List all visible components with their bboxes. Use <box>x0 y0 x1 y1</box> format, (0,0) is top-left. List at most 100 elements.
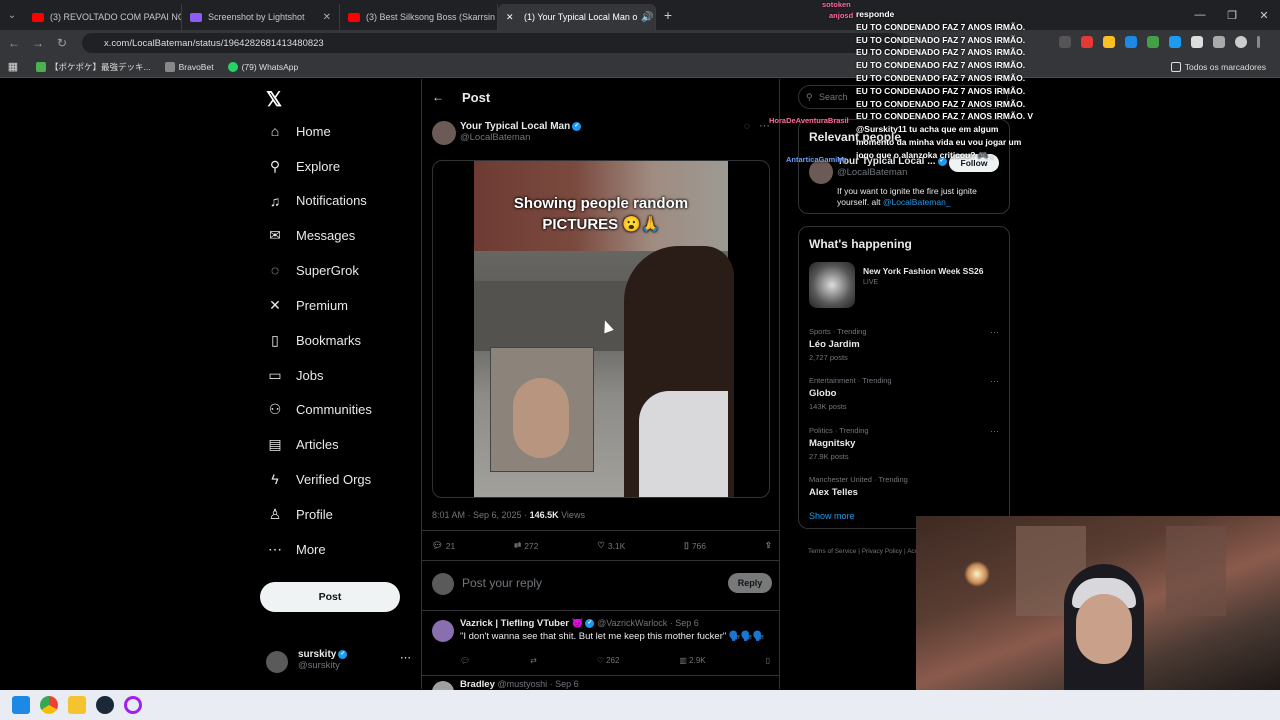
bookmark-item[interactable]: BravoBet <box>164 61 214 72</box>
trend-item[interactable]: Manchester United · Trending Alex Telles <box>809 475 999 501</box>
bookmark-item[interactable]: (79) WhatsApp <box>227 61 299 72</box>
author-name[interactable]: Your Typical Local Man ✓ <box>460 121 582 132</box>
browser-tab[interactable]: (3) REVOLTADO COM PAPAI NO✕ <box>24 4 182 30</box>
author-handle[interactable]: @LocalBateman <box>460 132 581 143</box>
reply-input[interactable]: Post your reply <box>462 576 542 590</box>
extension-icon[interactable] <box>1103 36 1115 48</box>
event-item[interactable]: New York Fashion Week SS26 LIVE <box>809 262 999 310</box>
back-arrow-icon[interactable]: ← <box>432 90 444 104</box>
grok-icon[interactable]: ◌ <box>744 121 750 132</box>
more-icon[interactable]: ⋯ <box>990 327 999 338</box>
nav-item-profile[interactable]: ♙ Profile <box>266 506 333 523</box>
trend-item[interactable]: Politics · Trending Magnitsky 27.9K posts ⋯ <box>809 426 999 461</box>
steam-icon[interactable] <box>96 696 114 714</box>
close-icon[interactable]: ✕ <box>319 12 331 23</box>
all-bookmarks[interactable]: Todos os marcadores <box>1170 61 1266 72</box>
forward-icon[interactable]: → <box>26 36 50 50</box>
chat-user-tag: AntarticaGaming <box>786 155 847 164</box>
windows-start-icon[interactable] <box>12 696 30 714</box>
new-tab-icon[interactable]: + <box>656 7 680 23</box>
nav-item-bookmarks[interactable]: ▯ Bookmarks <box>266 332 361 349</box>
nav-item-home[interactable]: ⌂ Home <box>266 123 331 139</box>
reload-icon[interactable]: ↻ <box>50 36 74 50</box>
tab-search-chevron-icon[interactable]: ⌄ <box>0 10 24 21</box>
reply-action[interactable]: 💬︎ 21 <box>432 540 455 551</box>
x-logo-icon[interactable]: 𝕏 <box>266 87 282 112</box>
trend-title: Globo <box>809 388 837 400</box>
reply-button[interactable]: Reply <box>728 573 772 593</box>
bookmark-item[interactable]: 【ポケポケ】最強デッキ... <box>36 61 151 73</box>
maximize-icon[interactable]: ❐ <box>1216 9 1248 22</box>
share-action[interactable]: ⇪ <box>765 540 772 551</box>
trend-title: Alex Telles <box>809 486 858 498</box>
webcam-window-shape <box>1166 526 1226 616</box>
post-video[interactable]: Showing people random PICTURES 😮🙏 <box>432 160 770 498</box>
bookmark-label: BravoBet <box>178 61 214 72</box>
repost-action[interactable]: ⇄ 272 <box>514 540 538 551</box>
browser-tab[interactable]: (3) Best Silksong Boss (Skarrsin✕ <box>340 4 498 30</box>
browser-tab[interactable]: Screenshot by Lightshot ✕ <box>182 4 340 30</box>
reply-item[interactable]: Vazrick | Tiefling VTuber 😈 ✓ @VazrickWar… <box>432 618 772 670</box>
video-frame[interactable]: Showing people random PICTURES 😮🙏 <box>474 161 734 497</box>
nav-item-verified-orgs[interactable]: ϟ Verified Orgs <box>266 471 371 487</box>
bookmark-icon[interactable]: ▯ <box>766 656 770 665</box>
extension-icon[interactable] <box>1059 36 1071 48</box>
compose-post-button[interactable]: Post <box>260 582 400 612</box>
nav-item-premium[interactable]: ✕ Premium <box>266 297 348 314</box>
extension-icon[interactable] <box>1081 36 1093 48</box>
lightning-icon: ϟ <box>271 471 279 487</box>
bio-link[interactable]: @LocalBateman_ <box>883 197 951 207</box>
post-header: ← Post <box>422 79 779 115</box>
show-more-link[interactable]: Show more <box>809 511 855 521</box>
nav-item-notifications[interactable]: ♫ Notifications <box>266 193 367 209</box>
url-input[interactable]: x.com/LocalBateman/status/19642826814134… <box>82 33 902 53</box>
bookmark-action[interactable]: ▯ 766 <box>684 540 706 551</box>
more-icon[interactable]: ⋯ <box>400 651 411 664</box>
more-icon[interactable]: ⋯ <box>990 376 999 387</box>
trend-item[interactable]: Entertainment · Trending Globo 143K posts ⋯ <box>809 376 999 411</box>
reply-author[interactable]: Vazrick | Tiefling VTuber 😈 ✓ @VazrickWar… <box>460 618 772 629</box>
extension-icon[interactable] <box>1125 36 1137 48</box>
nav-item-articles[interactable]: ▤ Articles <box>266 436 338 453</box>
back-icon[interactable]: ← <box>2 36 26 50</box>
chat-message: EU TO CONDENADO FAZ 7 ANOS IRMÃO. V <box>856 111 1034 122</box>
chat-message: responde <box>856 9 895 19</box>
post-author[interactable]: Your Typical Local Man ✓ @LocalBateman ◌ … <box>432 119 772 149</box>
trend-item[interactable]: Sports · Trending Léo Jardim 2,727 posts ⋯ <box>809 327 999 362</box>
app-circle-icon[interactable] <box>124 696 142 714</box>
post-time[interactable]: 8:01 AM · Sep 6, 2025 · <box>432 510 530 520</box>
extension-icon[interactable] <box>1169 36 1181 48</box>
speaker-icon[interactable]: 🔊 <box>637 12 653 23</box>
views-action[interactable]: ▥ 2.9K <box>679 656 705 665</box>
repost-icon[interactable]: ⇄ <box>530 656 537 665</box>
reply-author[interactable]: Bradley @mustyoshi · Sep 6 <box>460 679 579 690</box>
extension-icon[interactable] <box>1147 36 1159 48</box>
apps-grid-icon[interactable]: ▦ <box>0 60 26 73</box>
nav-item-messages[interactable]: ✉ Messages <box>266 227 355 244</box>
reply-item[interactable]: Bradley @mustyoshi · Sep 6 <box>432 679 772 703</box>
account-switcher[interactable]: surskity ✓ @surskity ⋯ <box>266 647 411 677</box>
file-explorer-icon[interactable] <box>68 696 86 714</box>
nav-item-more[interactable]: ⋯ More <box>266 541 326 558</box>
extension-icon[interactable] <box>1191 36 1203 48</box>
avatar[interactable] <box>432 620 454 642</box>
chat-message: EU TO CONDENADO FAZ 7 ANOS IRMÃO. <box>856 98 1026 109</box>
puzzle-icon[interactable] <box>1213 36 1225 48</box>
reply-composer: Post your reply Reply <box>432 570 772 600</box>
bookmark-label: (79) WhatsApp <box>241 61 299 72</box>
avatar[interactable] <box>432 121 456 145</box>
minimize-icon[interactable]: — <box>1184 9 1216 21</box>
nav-item-communities[interactable]: ⚇ Communities <box>266 401 372 418</box>
like-action[interactable]: ♡ 262 <box>597 656 620 665</box>
nav-item-explore[interactable]: ⚲ Explore <box>266 158 340 175</box>
like-action[interactable]: ♡ 3.1K <box>597 540 625 551</box>
nav-item-supergrok[interactable]: ◌ SuperGrok <box>266 262 359 278</box>
chrome-icon[interactable] <box>40 696 58 714</box>
kebab-menu-icon[interactable] <box>1257 36 1260 48</box>
reply-icon[interactable]: 💬︎ <box>460 656 470 665</box>
nav-item-jobs[interactable]: ▭ Jobs <box>266 367 323 384</box>
more-icon[interactable]: ⋯ <box>990 426 999 437</box>
browser-tab-active[interactable]: ✕(1) Your Typical Local Man o🔊✕ <box>498 4 656 30</box>
profile-avatar-icon[interactable] <box>1235 36 1247 48</box>
close-window-icon[interactable]: ✕ <box>1248 9 1280 22</box>
